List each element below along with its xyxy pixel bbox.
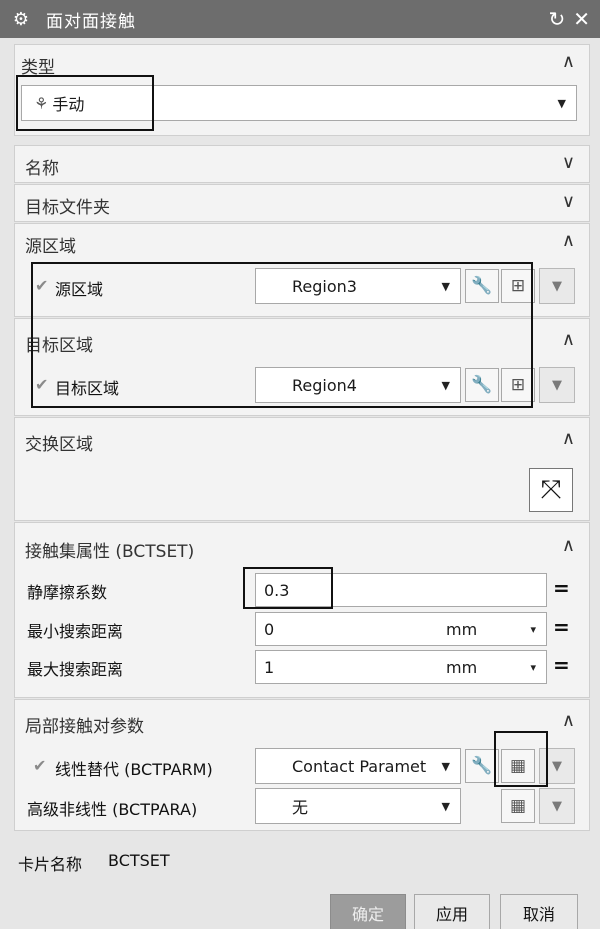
dropdown-arrow-icon: ▼ xyxy=(441,759,450,773)
target-folder-panel[interactable]: 目标文件夹 ∨ xyxy=(14,184,590,222)
max-search-distance-input[interactable]: 1 mm ▾ xyxy=(255,650,547,684)
more-options-button[interactable]: ▼ xyxy=(539,367,575,403)
advanced-nonlinear-label: 高级非线性 (BCTPARA) xyxy=(27,800,198,819)
min-search-distance-label: 最小搜索距离 xyxy=(27,622,124,641)
gear-icon[interactable]: ⚙ xyxy=(10,9,32,30)
highlight-box-type xyxy=(16,75,154,131)
equals-icon[interactable]: = xyxy=(553,653,570,677)
local-params-section-header[interactable]: 局部接触对参数 xyxy=(25,712,144,737)
dropdown-arrow-icon[interactable]: ▾ xyxy=(530,623,536,636)
contact-set-panel: 接触集属性 (BCTSET) ∧ 静摩擦系数 0.3 = 最小搜索距离 0 mm… xyxy=(14,522,590,698)
swap-section-header[interactable]: 交换区域 xyxy=(25,430,93,455)
chevron-up-icon[interactable]: ∧ xyxy=(562,535,575,556)
equals-icon[interactable]: = xyxy=(553,576,570,600)
reset-icon[interactable]: ↻ xyxy=(548,7,565,31)
highlight-box-edit-table xyxy=(494,731,548,787)
min-search-distance-unit[interactable]: mm xyxy=(446,620,477,639)
max-search-distance-unit[interactable]: mm xyxy=(446,658,477,677)
title-bar: ⚙ 面对面接触 ↻ ✕ xyxy=(0,0,600,38)
more-options-button[interactable]: ▼ xyxy=(539,788,575,824)
equals-icon[interactable]: = xyxy=(553,615,570,639)
linear-substitute-label: 线性替代 (BCTPARM) xyxy=(55,760,213,779)
min-search-distance-value: 0 xyxy=(264,619,275,639)
min-search-distance-input[interactable]: 0 mm ▾ xyxy=(255,612,547,646)
static-friction-label: 静摩擦系数 xyxy=(27,583,108,602)
name-panel[interactable]: 名称 ∨ xyxy=(14,145,590,183)
linear-substitute-value: Contact Paramet xyxy=(292,756,427,776)
close-icon[interactable]: ✕ xyxy=(573,7,590,31)
swap-region-panel: 交换区域 ∧ ⤧ xyxy=(14,417,590,521)
card-name-label: 卡片名称 xyxy=(18,855,83,874)
source-section-header[interactable]: 源区域 xyxy=(25,232,76,257)
ok-button[interactable]: 确定 xyxy=(330,894,406,929)
chevron-up-icon[interactable]: ∧ xyxy=(562,710,575,731)
dropdown-arrow-icon: ▼ xyxy=(441,799,450,813)
contact-set-section-header[interactable]: 接触集属性 (BCTSET) xyxy=(25,537,194,562)
chevron-up-icon[interactable]: ∧ xyxy=(562,428,575,449)
max-search-distance-label: 最大搜索距离 xyxy=(27,660,124,679)
check-icon: ✔ xyxy=(33,756,47,775)
dropdown-arrow-icon: ▼ xyxy=(557,96,566,110)
edit-table-icon[interactable]: ▦ xyxy=(501,789,535,823)
chevron-down-icon: ∨ xyxy=(561,152,575,173)
apply-button[interactable]: 应用 xyxy=(414,894,490,929)
highlight-box-friction xyxy=(243,567,333,609)
max-search-distance-value: 1 xyxy=(264,657,275,677)
dropdown-arrow-icon[interactable]: ▾ xyxy=(530,661,536,674)
advanced-nonlinear-value: 无 xyxy=(292,798,309,817)
cancel-button[interactable]: 取消 xyxy=(500,894,578,929)
highlight-box-regions xyxy=(31,262,533,408)
target-folder-section-header: 目标文件夹 xyxy=(25,198,110,218)
advanced-nonlinear-dropdown[interactable]: 无 ▼ xyxy=(255,788,461,824)
window-title: 面对面接触 xyxy=(46,11,136,32)
swap-icon[interactable]: ⤧ xyxy=(529,468,573,512)
more-options-button[interactable]: ▼ xyxy=(539,268,575,304)
chevron-up-icon[interactable]: ∧ xyxy=(562,230,575,251)
linear-substitute-dropdown[interactable]: Contact Paramet ▼ xyxy=(255,748,461,784)
chevron-up-icon[interactable]: ∧ xyxy=(562,329,575,350)
card-name-value: BCTSET xyxy=(108,851,170,870)
chevron-up-icon[interactable]: ∧ xyxy=(562,51,575,72)
name-section-header: 名称 xyxy=(25,159,59,179)
chevron-down-icon: ∨ xyxy=(561,191,575,212)
